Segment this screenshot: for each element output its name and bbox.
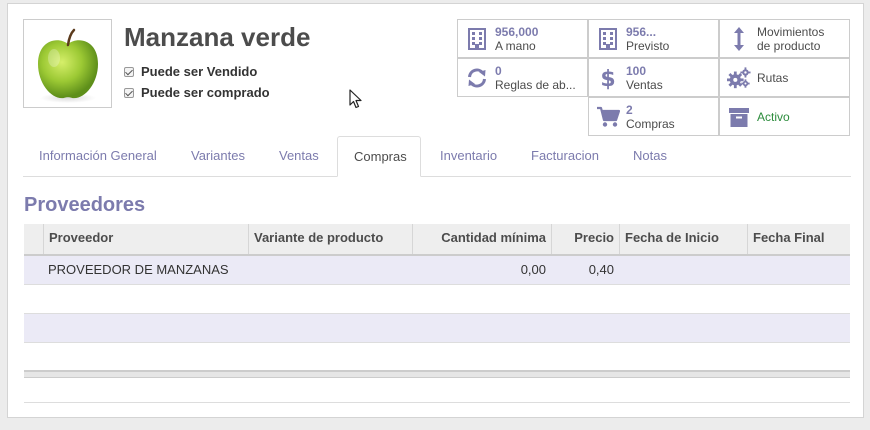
column-header-vendor[interactable]: Proveedor [43, 224, 248, 254]
stat-label: Ventas [626, 77, 663, 92]
tab-ventas[interactable]: Ventas [263, 136, 335, 176]
notebook-tabs: Información General Variantes Ventas Com… [23, 136, 851, 177]
can-be-purchased-checkbox[interactable]: Puede ser comprado [124, 85, 270, 100]
product-image[interactable] [23, 19, 112, 108]
mouse-pointer-icon [349, 89, 362, 109]
svg-text:$: $ [600, 67, 615, 91]
tab-notas[interactable]: Notas [617, 136, 683, 176]
tab-inventario[interactable]: Inventario [424, 136, 513, 176]
dollar-icon: $ [596, 66, 620, 91]
stat-value: 2 [626, 102, 633, 117]
stat-button-sales[interactable]: $ 100 Ventas [588, 58, 719, 97]
checkbox-checked-icon[interactable] [124, 87, 134, 98]
column-header-min-qty[interactable]: Cantidad mínima [412, 224, 551, 254]
stat-label-line2: de producto [757, 38, 821, 53]
product-name[interactable]: Manzana verde [124, 22, 310, 53]
refresh-icon [465, 66, 489, 90]
column-header-variant[interactable]: Variante de producto [248, 224, 412, 254]
empty-table-row [24, 285, 850, 314]
stat-button-reordering-rules[interactable]: 0 Reglas de ab... [457, 58, 588, 97]
stat-label: Compras [626, 116, 675, 131]
can-be-purchased-label: Puede ser comprado [141, 85, 270, 100]
building-icon [596, 27, 620, 51]
checkbox-checked-icon[interactable] [124, 66, 134, 77]
table-header: Proveedor Variante de producto Cantidad … [24, 224, 850, 256]
stat-value: 956,000 [495, 24, 539, 39]
tab-variantes[interactable]: Variantes [175, 136, 261, 176]
empty-table-row [24, 314, 850, 343]
stat-label: A mano [495, 38, 536, 53]
stat-value: 100 [626, 63, 647, 78]
stat-label: Movimientos [757, 24, 825, 39]
column-header-date-start[interactable]: Fecha de Inicio [619, 224, 747, 254]
stat-button-active-toggle[interactable]: Activo [719, 97, 850, 136]
can-be-sold-label: Puede ser Vendido [141, 64, 258, 79]
cell-variant [248, 256, 412, 284]
section-title-vendors: Proveedores [24, 194, 146, 216]
stat-label: Activo [757, 109, 790, 124]
table-footer [24, 370, 850, 378]
stat-button-routes[interactable]: Rutas [719, 58, 850, 97]
cell-price: 0,40 [588, 262, 614, 277]
up-down-arrow-icon [727, 26, 751, 51]
column-header-price[interactable]: Precio [551, 224, 619, 254]
cell-vendor: PROVEEDOR DE MANZANAS [48, 262, 229, 277]
divider [24, 402, 850, 403]
stat-label: Reglas de ab... [495, 77, 576, 92]
stat-button-product-moves[interactable]: Movimientos de producto [719, 19, 850, 58]
cell-min-qty: 0,00 [520, 262, 546, 277]
can-be-sold-checkbox[interactable]: Puede ser Vendido [124, 64, 257, 79]
green-apple-image [38, 28, 98, 103]
stat-button-forecast[interactable]: 956... Previsto [588, 19, 719, 58]
stat-value: 0 [495, 63, 502, 78]
tab-compras[interactable]: Compras [337, 136, 421, 177]
column-header-date-end[interactable]: Fecha Final [747, 224, 850, 254]
building-icon [465, 27, 489, 51]
table-row[interactable]: PROVEEDOR DE MANZANAS 0,00 0,40 [24, 256, 850, 285]
gears-icon [727, 66, 751, 90]
cell-date-end [747, 256, 850, 284]
vendors-table: Proveedor Variante de producto Cantidad … [24, 224, 850, 372]
empty-table-row [24, 343, 850, 372]
product-form-sheet: Manzana verde Puede ser Vendido Puede se… [7, 3, 864, 418]
stat-label: Previsto [626, 38, 670, 53]
cell-date-start [619, 256, 747, 284]
stat-button-purchases[interactable]: 2 Compras [588, 97, 719, 136]
tab-facturacion[interactable]: Facturacion [515, 136, 615, 176]
handle-column-header [24, 224, 44, 254]
stat-label: Rutas [757, 70, 789, 85]
stat-button-on-hand[interactable]: 956,000 A mano [457, 19, 588, 58]
tab-informacion-general[interactable]: Información General [23, 136, 173, 176]
archive-icon [727, 105, 751, 129]
cart-icon [596, 105, 620, 129]
stat-value: 956... [626, 24, 657, 39]
